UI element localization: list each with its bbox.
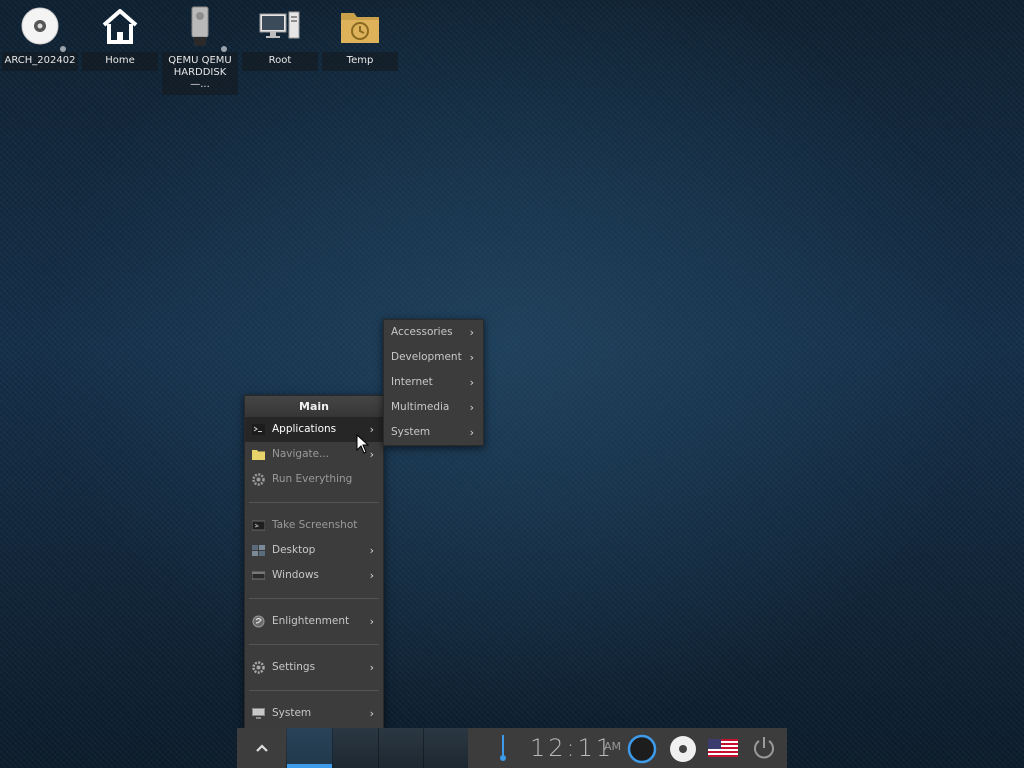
enlightenment-icon: [252, 615, 265, 628]
pager-desktop-3[interactable]: [379, 728, 424, 768]
mouse-cursor-icon: [356, 434, 370, 454]
screenshot-icon: [252, 520, 265, 531]
status-circle-icon[interactable]: [627, 734, 657, 764]
gear-icon: [252, 473, 265, 486]
usb-drive-icon: [191, 6, 209, 46]
desktop-icon-qemu-harddisk[interactable]: QEMU QEMU HARDDISK—...: [161, 0, 239, 95]
terminal-icon: [252, 424, 265, 435]
submenu-item-development[interactable]: Development ›: [384, 345, 483, 370]
start-menu-button[interactable]: [237, 728, 286, 768]
desktop-icon-arch[interactable]: ARCH_202402: [1, 0, 79, 71]
windows-icon: [252, 571, 265, 580]
menu-item-desktop[interactable]: Desktop ›: [245, 538, 383, 563]
chevron-right-icon: ›: [369, 423, 374, 436]
chevron-right-icon: ›: [469, 426, 474, 439]
chevron-right-icon: ›: [469, 351, 474, 364]
menu-item-settings[interactable]: Settings ›: [245, 655, 383, 680]
menu-title: Main: [245, 396, 383, 417]
chevron-right-icon: ›: [469, 376, 474, 389]
computer-icon: [259, 11, 300, 39]
menu-separator: [249, 644, 379, 645]
submenu-item-multimedia[interactable]: Multimedia ›: [384, 395, 483, 420]
desktop-icon: [252, 545, 265, 556]
menu-item-label: Settings: [272, 661, 316, 673]
active-desktop-indicator: [287, 764, 332, 768]
applications-submenu: Accessories › Development › Internet › M…: [383, 319, 484, 446]
submenu-item-accessories[interactable]: Accessories ›: [384, 320, 483, 345]
menu-item-enlightenment[interactable]: Enlightenment ›: [245, 609, 383, 634]
menu-item-label: Windows: [272, 569, 319, 581]
menu-item-label: System: [391, 426, 431, 438]
desktop-icon-label: QEMU QEMU HARDDISK—...: [162, 52, 238, 95]
pager-desktop-1[interactable]: [287, 728, 333, 768]
chevron-right-icon: ›: [369, 569, 374, 582]
menu-item-system[interactable]: System ›: [245, 701, 383, 726]
mounted-indicator: [60, 46, 66, 52]
chevron-right-icon: ›: [369, 544, 374, 557]
chevron-right-icon: ›: [369, 615, 374, 628]
shelf-left: [237, 728, 468, 768]
clock-ampm: AM: [604, 740, 622, 753]
virtual-desktop-pager: [287, 728, 468, 768]
menu-item-windows[interactable]: Windows ›: [245, 563, 383, 588]
desktop-icon-label: ARCH_202402: [2, 52, 78, 71]
menu-item-label: System: [272, 707, 312, 719]
folder-icon: [252, 450, 265, 460]
temp-folder-icon: [341, 13, 379, 43]
submenu-item-system[interactable]: System ›: [384, 420, 483, 445]
desktop-icon-label: Temp: [322, 52, 398, 71]
optical-disc-icon[interactable]: [668, 734, 698, 764]
mounted-indicator: [221, 46, 227, 52]
menu-item-label: Development: [391, 351, 462, 363]
desktop-icon-label: Root: [242, 52, 318, 71]
chevron-right-icon: ›: [369, 661, 374, 674]
optical-disc-icon: [21, 7, 59, 45]
menu-item-label: Applications: [272, 423, 337, 435]
clock-time[interactable]: 12:11: [530, 732, 614, 764]
menu-item-label: Take Screenshot: [272, 519, 358, 531]
chevron-up-icon: [255, 744, 268, 752]
menu-item-take-screenshot[interactable]: Take Screenshot: [245, 513, 383, 538]
thermometer-icon[interactable]: [498, 734, 508, 762]
menu-item-label: Internet: [391, 376, 433, 388]
desktop-icon-home[interactable]: Home: [81, 0, 159, 71]
chevron-right-icon: ›: [469, 326, 474, 339]
pager-desktop-2[interactable]: [333, 728, 379, 768]
desktop-icon-label: Home: [82, 52, 158, 71]
settings-icon: [252, 661, 265, 674]
menu-item-run-everything[interactable]: Run Everything: [245, 467, 383, 492]
menu-separator: [249, 502, 379, 503]
menu-separator: [249, 598, 379, 599]
chevron-right-icon: ›: [369, 448, 374, 461]
menu-item-label: Accessories: [391, 326, 453, 338]
shelf-right: 12:11 AM: [468, 728, 787, 768]
menu-item-label: Desktop: [272, 544, 316, 556]
menu-item-label: Navigate...: [272, 448, 330, 460]
power-icon[interactable]: [750, 734, 778, 762]
home-icon: [102, 9, 138, 44]
desktop-icon-root[interactable]: Root: [241, 0, 319, 71]
menu-item-label: Enlightenment: [272, 615, 350, 627]
us-flag-icon[interactable]: [708, 739, 738, 757]
chevron-right-icon: ›: [469, 401, 474, 414]
chevron-right-icon: ›: [369, 707, 374, 720]
desktop-icon-temp[interactable]: Temp: [321, 0, 399, 71]
menu-item-label: Run Everything: [272, 473, 353, 485]
submenu-item-internet[interactable]: Internet ›: [384, 370, 483, 395]
menu-separator: [249, 690, 379, 691]
pager-desktop-4[interactable]: [424, 728, 468, 768]
menu-item-label: Multimedia: [391, 401, 450, 413]
monitor-icon: [252, 708, 265, 719]
